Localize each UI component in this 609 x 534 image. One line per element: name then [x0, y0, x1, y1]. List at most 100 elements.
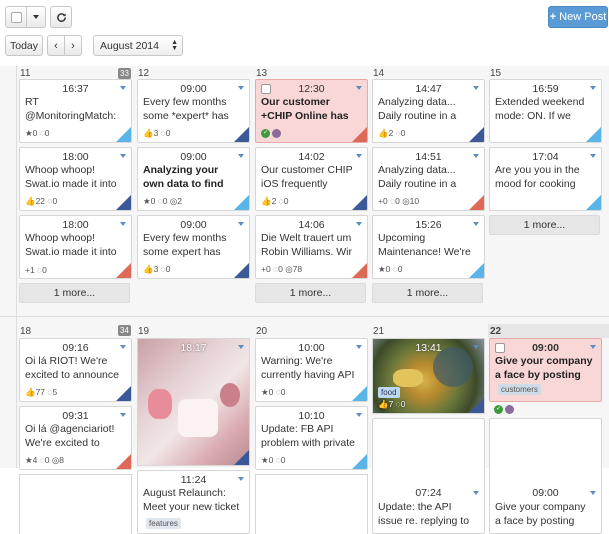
- prev-button[interactable]: ‹: [47, 35, 65, 56]
- post-card[interactable]: 09:00 Analyzing your own data to find ou…: [137, 147, 250, 211]
- caret-down-icon[interactable]: [120, 413, 126, 417]
- more-posts-button[interactable]: 1 more...: [372, 283, 483, 303]
- image-post-card[interactable]: 13:41 food 👍7 ◌0: [372, 338, 485, 414]
- twitter-icon: [586, 195, 601, 210]
- post-card[interactable]: 16:37 RT @MonitoringMatch: Von letzter W…: [19, 79, 132, 143]
- post-tag: customers: [498, 384, 541, 395]
- today-button[interactable]: Today: [5, 35, 43, 56]
- refresh-button[interactable]: [50, 6, 72, 28]
- caret-down-icon[interactable]: [120, 222, 126, 226]
- post-card[interactable]: 14:51 Analyzing data... Daily routine in…: [372, 147, 485, 211]
- caret-down-icon[interactable]: [590, 154, 596, 158]
- approved-check-icon: ✓: [494, 405, 503, 414]
- caret-down-icon[interactable]: [356, 222, 362, 226]
- twitter-icon: [352, 386, 367, 401]
- partial-card[interactable]: [19, 474, 132, 534]
- today-label: Today: [9, 39, 39, 52]
- caret-down-icon[interactable]: [238, 345, 244, 349]
- post-time: 12:30: [298, 83, 325, 95]
- post-card[interactable]: 18:00 Whoop whoop! Swat.io made it into …: [19, 147, 132, 211]
- post-stats: 👍22 ◌0: [25, 196, 58, 206]
- post-card[interactable]: 11:24 August Relaunch: Meet your new tic…: [137, 470, 250, 534]
- select-arrows-icon: ▲ ▼: [171, 39, 178, 52]
- twitter-icon: [352, 454, 367, 469]
- post-card-draft[interactable]: 09:00 Give your company a face by postin…: [489, 338, 602, 402]
- select-dropdown-button[interactable]: [26, 6, 46, 28]
- next-button[interactable]: ›: [64, 35, 82, 56]
- post-time: 10:10: [298, 410, 325, 422]
- caret-down-icon[interactable]: [238, 477, 244, 481]
- caret-down-icon[interactable]: [238, 86, 244, 90]
- post-card[interactable]: 14:02 Our customer CHIP iOS frequently p…: [255, 147, 368, 211]
- post-card[interactable]: 18:00 Whoop whoop! Swat.io made it into …: [19, 215, 132, 279]
- post-stats: ★4 ◌0 ◎8: [25, 455, 64, 465]
- caret-down-icon[interactable]: [356, 413, 362, 417]
- month-select[interactable]: August 2014 ▲ ▼: [93, 35, 183, 56]
- post-card[interactable]: 14:47 Analyzing data... Daily routine in…: [372, 79, 485, 143]
- post-card[interactable]: 09:00 Every few months some *expert* has…: [137, 79, 250, 143]
- post-stats: ★0 ◌0: [261, 455, 286, 465]
- more-posts-button[interactable]: 1 more...: [255, 283, 366, 303]
- chevron-left-icon: ‹: [54, 39, 58, 52]
- post-card[interactable]: 16:59 Extended weekend mode: ON. If we w…: [489, 79, 602, 143]
- caret-down-icon[interactable]: [356, 154, 362, 158]
- twitter-icon: [116, 127, 131, 142]
- post-card[interactable]: 10:10 Update: FB API problem with privat…: [255, 406, 368, 470]
- post-time: 09:00: [180, 83, 207, 95]
- caret-down-icon[interactable]: [120, 345, 126, 349]
- post-stats: ★0 ◌0: [378, 264, 403, 274]
- post-stats: 👍3 ◌0: [143, 264, 171, 274]
- post-stats: 👍3 ◌0: [143, 128, 171, 138]
- caret-down-icon[interactable]: [356, 345, 362, 349]
- caret-down-icon[interactable]: [473, 222, 479, 226]
- select-all-checkbox-button[interactable]: [5, 6, 27, 28]
- caret-down-icon[interactable]: [473, 491, 479, 495]
- post-time: 18:17: [180, 342, 207, 354]
- post-text: Whoop whoop! Swat.io made it into the To…: [25, 164, 117, 190]
- post-card[interactable]: 17:04 Are you you in the mood for cookin…: [489, 147, 602, 211]
- post-card[interactable]: 09:00 Every few months some expert has n…: [137, 215, 250, 279]
- week-badge: 33: [118, 68, 131, 79]
- caret-down-icon: [33, 15, 39, 19]
- caret-down-icon[interactable]: [473, 345, 479, 349]
- post-card[interactable]: 09:31 Oi lá @agenciariot! We're excited …: [19, 406, 132, 470]
- caret-down-icon[interactable]: [238, 222, 244, 226]
- post-card[interactable]: 14:06 Die Welt trauert um Robin Williams…: [255, 215, 368, 279]
- post-text: RT @MonitoringMatch: Von letzter Woche 2…: [25, 96, 117, 122]
- caret-down-icon[interactable]: [590, 86, 596, 90]
- facebook-icon: [469, 398, 484, 413]
- day-number-21: 21: [373, 326, 385, 337]
- post-card[interactable]: 10:00 Warning: We're currently having AP…: [255, 338, 368, 402]
- caret-down-icon[interactable]: [473, 154, 479, 158]
- post-card-draft[interactable]: 12:30 Our customer +CHIP Online has summ…: [255, 79, 368, 143]
- post-time: 16:59: [532, 83, 559, 95]
- caret-down-icon[interactable]: [473, 86, 479, 90]
- post-card[interactable]: 09:00 Give your company a face by postin…: [489, 418, 602, 534]
- caret-down-icon[interactable]: [120, 86, 126, 90]
- partial-card[interactable]: [255, 474, 368, 534]
- post-time: 10:00: [298, 342, 325, 354]
- google-plus-icon: [116, 454, 131, 469]
- caret-down-icon[interactable]: [356, 86, 362, 90]
- caret-down-icon[interactable]: [590, 345, 596, 349]
- post-card[interactable]: 07:24 Update: the API issue re. replying…: [372, 418, 485, 534]
- post-time: 18:00: [62, 151, 89, 163]
- day-number-22: 22: [490, 326, 502, 337]
- post-card[interactable]: 15:26 Upcoming Maintenance! We're going …: [372, 215, 485, 279]
- post-stats: ★0 ◌0 ◎2: [143, 196, 182, 206]
- more-posts-button[interactable]: 1 more...: [489, 215, 600, 235]
- avatar: [272, 129, 281, 138]
- facebook-icon: [234, 127, 249, 142]
- post-time: 14:06: [298, 219, 325, 231]
- post-time: 14:51: [415, 151, 442, 163]
- caret-down-icon[interactable]: [238, 154, 244, 158]
- post-time: 09:00: [532, 487, 559, 499]
- image-post-card[interactable]: 18:17: [137, 338, 250, 466]
- day-number-19: 19: [138, 326, 150, 337]
- more-posts-button[interactable]: 1 more...: [19, 283, 130, 303]
- new-post-button[interactable]: + New Post: [548, 6, 608, 28]
- caret-down-icon[interactable]: [590, 491, 596, 495]
- post-text: Our customer +CHIP Online has summarized: [261, 96, 349, 122]
- post-card[interactable]: 09:16 Oi lá RIOT! We're excited to annou…: [19, 338, 132, 402]
- caret-down-icon[interactable]: [120, 154, 126, 158]
